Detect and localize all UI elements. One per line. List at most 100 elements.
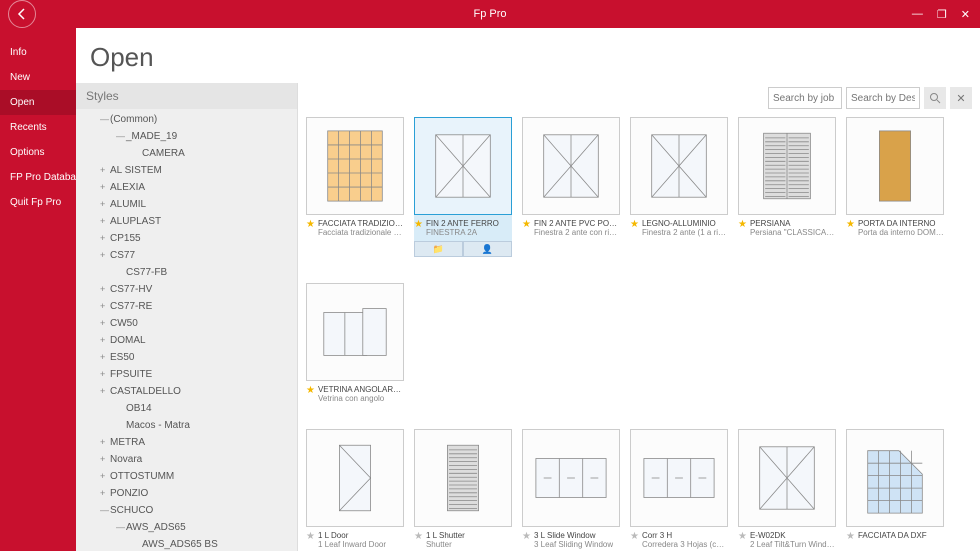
- gallery-thumb[interactable]: ★3 L Slide Window3 Leaf Sliding Window: [522, 429, 620, 549]
- tree-item[interactable]: +CS77: [76, 247, 297, 264]
- tree-item[interactable]: +Novara: [76, 451, 297, 468]
- search-job-input[interactable]: [768, 87, 842, 109]
- thumb-subtitle: 2 Leaf Tilt&Turn Window: [750, 540, 836, 549]
- gallery-thumb[interactable]: ★1 L ShutterShutter: [414, 429, 512, 549]
- gallery-thumb[interactable]: ★VETRINA ANGOLARE 90Vetrina con angolo: [306, 283, 404, 403]
- thumb-title: FIN 2 ANTE PVC POOL ROTO: [534, 219, 620, 228]
- thumb-preview: [414, 117, 512, 215]
- thumb-subtitle: Facciata tradizionale con porte: [318, 228, 404, 237]
- left-nav: InfoNewOpenRecentsOptionsFP Pro Database…: [0, 28, 76, 551]
- thumb-preview: [306, 117, 404, 215]
- minimize-button[interactable]: —: [912, 8, 923, 21]
- thumb-subtitle: Persiana "CLASSICA" a 2 ante: [750, 228, 836, 237]
- gallery-thumb[interactable]: ★Corr 3 HCorredera 3 Hojas (central fija…: [630, 429, 728, 549]
- thumb-title: FACCIATA TRADIZIONALE: [318, 219, 404, 228]
- gallery-thumb[interactable]: ★PERSIANAPersiana "CLASSICA" a 2 ante: [738, 117, 836, 257]
- tree-item[interactable]: +OTTOSTUMM: [76, 468, 297, 485]
- app-title: Fp Pro: [473, 8, 506, 20]
- back-button[interactable]: [8, 0, 36, 28]
- tree-item[interactable]: Macos - Matra: [76, 417, 297, 434]
- thumb-title: 1 L Door: [318, 531, 386, 540]
- tree-item[interactable]: +ALEXIA: [76, 179, 297, 196]
- gallery-thumb[interactable]: ★FACCIATA DA DXF: [846, 429, 944, 549]
- thumb-title: FIN 2 ANTE FERRO: [426, 219, 499, 228]
- page-title: Open: [90, 42, 980, 73]
- thumb-subtitle: Vetrina con angolo: [318, 394, 404, 403]
- tree-item[interactable]: AWS_ADS65 BS: [76, 536, 297, 551]
- tree-item[interactable]: +FPSUITE: [76, 366, 297, 383]
- thumb-subtitle: 3 Leaf Sliding Window: [534, 540, 613, 549]
- star-icon: ★: [306, 531, 315, 542]
- thumb-subtitle: 1 Leaf Inward Door: [318, 540, 386, 549]
- thumb-preview: [306, 429, 404, 527]
- star-icon: ★: [630, 531, 639, 542]
- nav-item-info[interactable]: Info: [0, 40, 76, 65]
- thumb-subtitle: Finestra 2 ante (1 a ribalta): [642, 228, 728, 237]
- thumb-preview: [306, 283, 404, 381]
- search-icon[interactable]: [924, 87, 946, 109]
- tree-item[interactable]: +CS77-HV: [76, 281, 297, 298]
- gallery-toolbar: ✕: [298, 83, 980, 113]
- styles-panel-title: Styles: [76, 83, 297, 109]
- thumb-title: LEGNO-ALLUMINIO: [642, 219, 728, 228]
- gallery-thumb[interactable]: ★FIN 2 ANTE PVC POOL ROTOFinestra 2 ante…: [522, 117, 620, 257]
- thumb-title: 1 L Shutter: [426, 531, 465, 540]
- tree-item[interactable]: CAMERA: [76, 145, 297, 162]
- gallery-thumb[interactable]: ★1 L Door1 Leaf Inward Door: [306, 429, 404, 549]
- thumb-preview: [846, 429, 944, 527]
- gallery-thumb[interactable]: ★E-W02DK2 Leaf Tilt&Turn Window: [738, 429, 836, 549]
- close-button[interactable]: ✕: [961, 8, 970, 21]
- gallery-thumb[interactable]: ★PORTA DA INTERNOPorta da interno DOMAL: [846, 117, 944, 257]
- star-icon: ★: [846, 219, 855, 230]
- thumb-title: 3 L Slide Window: [534, 531, 613, 540]
- thumb-title: E-W02DK: [750, 531, 836, 540]
- tree-item[interactable]: +CW50: [76, 315, 297, 332]
- tree-item[interactable]: +ES50: [76, 349, 297, 366]
- thumb-preview: [630, 429, 728, 527]
- titlebar: Fp Pro — ❐ ✕: [0, 0, 980, 28]
- styles-tree[interactable]: —(Common)—_MADE_19CAMERA+AL SISTEM+ALEXI…: [76, 109, 297, 551]
- thumb-title: PERSIANA: [750, 219, 836, 228]
- tree-item[interactable]: +CASTALDELLO: [76, 383, 297, 400]
- star-icon: ★: [414, 219, 423, 230]
- tree-item[interactable]: +CP155: [76, 230, 297, 247]
- thumb-subtitle: Shutter: [426, 540, 465, 549]
- thumb-preview: [522, 117, 620, 215]
- nav-item-options[interactable]: Options: [0, 140, 76, 165]
- gallery-thumb[interactable]: ★FIN 2 ANTE FERROFINESTRA 2A 📁👤: [414, 117, 512, 257]
- maximize-button[interactable]: ❐: [937, 8, 947, 21]
- gallery-thumb[interactable]: ★LEGNO-ALLUMINIOFinestra 2 ante (1 a rib…: [630, 117, 728, 257]
- gallery[interactable]: ★ FACCIATA TRADIZIONALEFacciata tradizion…: [298, 113, 980, 551]
- tree-item[interactable]: —(Common): [76, 111, 297, 128]
- tree-item[interactable]: —AWS_ADS65: [76, 519, 297, 536]
- star-icon: ★: [630, 219, 639, 230]
- gallery-thumb[interactable]: ★FACCIATA TRADIZIONALEFacciata tradizion…: [306, 117, 404, 257]
- tree-item[interactable]: +AL SISTEM: [76, 162, 297, 179]
- tree-item[interactable]: +PONZIO: [76, 485, 297, 502]
- nav-item-quit-fp-pro[interactable]: Quit Fp Pro: [0, 190, 76, 215]
- search-description-input[interactable]: [846, 87, 920, 109]
- nav-item-new[interactable]: New: [0, 65, 76, 90]
- open-folder-button[interactable]: 📁: [414, 241, 463, 257]
- tree-item[interactable]: +CS77-RE: [76, 298, 297, 315]
- tree-item[interactable]: +METRA: [76, 434, 297, 451]
- nav-item-fp-pro-database[interactable]: FP Pro Database: [0, 165, 76, 190]
- tree-item[interactable]: CS77-FB: [76, 264, 297, 281]
- tree-item[interactable]: OB14: [76, 400, 297, 417]
- thumb-title: VETRINA ANGOLARE 90: [318, 385, 404, 394]
- nav-item-recents[interactable]: Recents: [0, 115, 76, 140]
- tree-item[interactable]: +DOMAL: [76, 332, 297, 349]
- tree-item[interactable]: +ALUPLAST: [76, 213, 297, 230]
- thumb-subtitle: Porta da interno DOMAL: [858, 228, 944, 237]
- tree-item[interactable]: —_MADE_19: [76, 128, 297, 145]
- thumb-title: Corr 3 H: [642, 531, 728, 540]
- thumb-preview: [630, 117, 728, 215]
- tree-item[interactable]: +ALUMIL: [76, 196, 297, 213]
- star-icon: ★: [414, 531, 423, 542]
- user-button[interactable]: 👤: [463, 241, 512, 257]
- star-icon: ★: [738, 531, 747, 542]
- clear-icon[interactable]: ✕: [950, 87, 972, 109]
- tree-item[interactable]: —SCHUCO: [76, 502, 297, 519]
- thumb-subtitle: FINESTRA 2A: [426, 228, 499, 237]
- nav-item-open[interactable]: Open: [0, 90, 76, 115]
